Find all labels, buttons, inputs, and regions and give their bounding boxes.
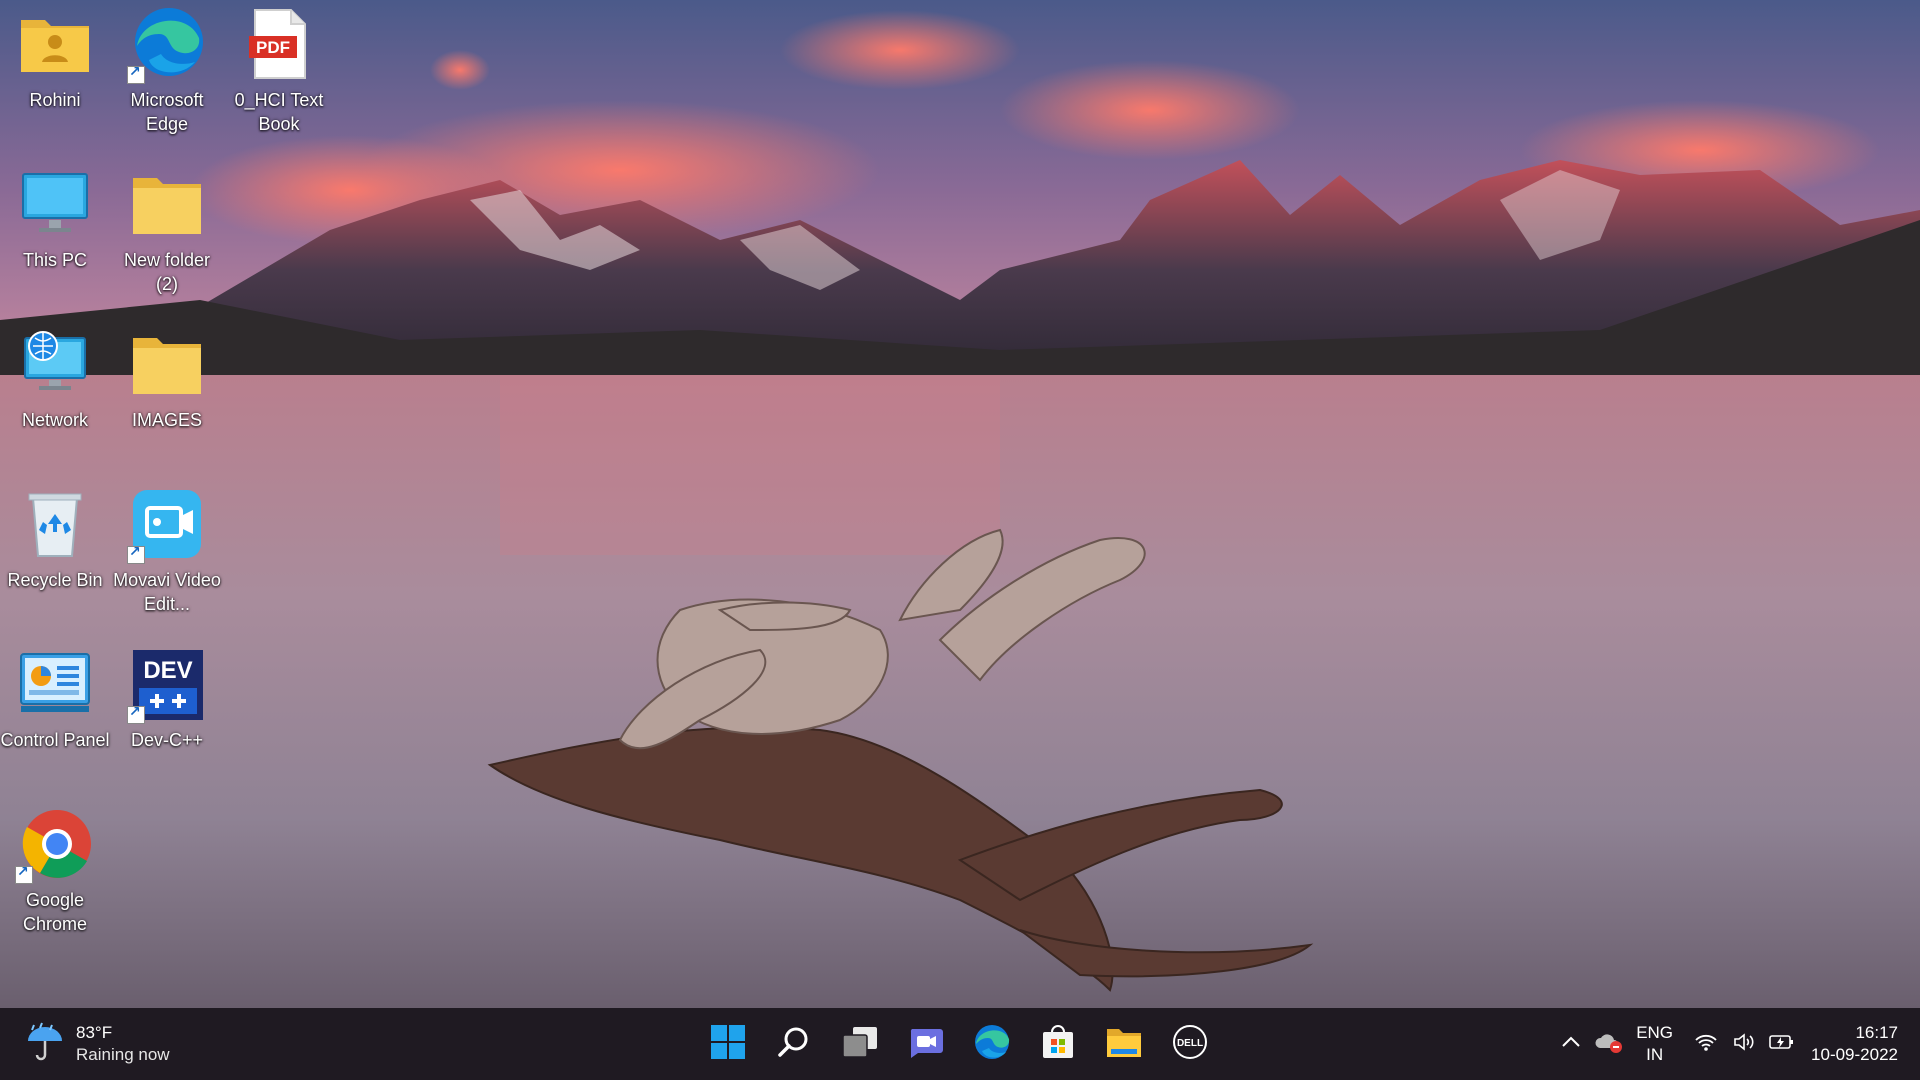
- taskbar: 83°F Raining now DELL ENG IN 16:17 10-09…: [0, 1008, 1920, 1080]
- desktop-icon-label: Google Chrome: [22, 890, 88, 934]
- dell-icon: DELL: [1172, 1024, 1208, 1065]
- desktop-icon-label: 0_HCI Text Book: [234, 90, 324, 134]
- desktop-icon-label: Control Panel: [0, 730, 110, 750]
- weather-widget[interactable]: 83°F Raining now: [24, 1018, 170, 1070]
- desktop-wallpaper: [0, 0, 1920, 1008]
- desktop-icon-control-panel[interactable]: Control Panel: [0, 640, 110, 790]
- wifi-icon: [1694, 1032, 1718, 1057]
- edge-icon: [127, 4, 207, 84]
- search-button[interactable]: [766, 1016, 822, 1072]
- pdf-icon: PDF: [239, 4, 319, 84]
- desktop-icon-google-chrome[interactable]: Google Chrome: [0, 800, 110, 950]
- desktop-icon-rohini[interactable]: Rohini: [0, 0, 110, 150]
- desktop-icon-label: New folder (2): [123, 250, 211, 294]
- desktop-icon-label: This PC: [22, 250, 87, 270]
- desktop-icon-hci-text-book[interactable]: PDF 0_HCI Text Book: [224, 0, 334, 150]
- teams-chat-icon: [908, 1025, 944, 1064]
- language-line1: ENG: [1636, 1023, 1674, 1042]
- weather-temperature: 83°F: [76, 1023, 113, 1042]
- dell-button[interactable]: DELL: [1162, 1016, 1218, 1072]
- desktop-icon-label: Rohini: [29, 90, 81, 110]
- network-icon: [15, 324, 95, 404]
- desktop-icon-images[interactable]: IMAGES: [112, 320, 222, 470]
- clock-date: 10-09-2022: [1811, 1045, 1898, 1064]
- search-icon: [777, 1025, 811, 1064]
- control-panel-icon: [15, 644, 95, 724]
- edge-icon: [973, 1023, 1011, 1066]
- system-tray: ENG IN 16:17 10-09-2022: [1552, 1008, 1920, 1080]
- movavi-icon: [127, 484, 207, 564]
- clock[interactable]: 16:17 10-09-2022: [1811, 1022, 1898, 1066]
- wifi-button[interactable]: [1690, 1024, 1722, 1064]
- file-explorer-icon: [1105, 1025, 1143, 1064]
- start-button[interactable]: [700, 1016, 756, 1072]
- desktop-icon-new-folder-2[interactable]: New folder (2): [112, 160, 222, 310]
- desktop-icon-dev-cpp[interactable]: DEV Dev-C++: [112, 640, 222, 790]
- desktop-icon-label: Recycle Bin: [7, 570, 103, 590]
- start-icon: [710, 1024, 746, 1065]
- desktop-icon-label: IMAGES: [131, 410, 202, 430]
- user-folder-icon: [15, 4, 95, 84]
- desktop-icon-label: Movavi Video Edit...: [113, 570, 221, 614]
- speaker-icon: [1732, 1032, 1756, 1057]
- dev-cpp-icon: DEV: [127, 644, 207, 724]
- show-hidden-icons-button[interactable]: [1555, 1024, 1587, 1064]
- desktop-icon-movavi[interactable]: Movavi Video Edit...: [112, 480, 222, 630]
- volume-button[interactable]: [1728, 1024, 1760, 1064]
- this-pc-icon: [15, 164, 95, 244]
- microsoft-store-button[interactable]: [1030, 1016, 1086, 1072]
- shortcut-arrow-icon: [127, 544, 145, 564]
- taskbar-edge-button[interactable]: [964, 1016, 1020, 1072]
- shortcut-arrow-icon: [127, 704, 145, 724]
- folder-icon: [127, 324, 207, 404]
- desktop-icon-this-pc[interactable]: This PC: [0, 160, 110, 310]
- taskbar-apps: DELL: [700, 1016, 1228, 1072]
- shortcut-arrow-icon: [15, 864, 33, 884]
- chrome-icon: [15, 804, 95, 884]
- dell-logo-text: DELL: [1177, 1038, 1203, 1049]
- battery-charging-icon: [1768, 1032, 1796, 1057]
- rain-umbrella-icon: [24, 1021, 66, 1068]
- language-indicator[interactable]: ENG IN: [1636, 1022, 1673, 1066]
- task-view-button[interactable]: [832, 1016, 888, 1072]
- task-view-icon: [841, 1025, 879, 1064]
- onedrive-error-icon: [1594, 1030, 1624, 1059]
- desktop-icon-microsoft-edge[interactable]: Microsoft Edge: [112, 0, 222, 150]
- battery-button[interactable]: [1766, 1024, 1798, 1064]
- store-icon: [1040, 1024, 1076, 1065]
- language-line2: IN: [1646, 1045, 1664, 1064]
- desktop-icon-recycle-bin[interactable]: Recycle Bin: [0, 480, 110, 630]
- dev-cpp-badge-text: DEV: [143, 657, 192, 684]
- clock-time: 16:17: [1855, 1023, 1898, 1042]
- teams-chat-button[interactable]: [898, 1016, 954, 1072]
- desktop-icon-network[interactable]: Network: [0, 320, 110, 470]
- recycle-bin-icon: [15, 484, 95, 564]
- shortcut-arrow-icon: [127, 64, 145, 84]
- desktop-icon-label: Dev-C++: [130, 730, 204, 750]
- desktop-icon-label: Microsoft Edge: [130, 90, 204, 134]
- folder-icon: [127, 164, 207, 244]
- file-explorer-button[interactable]: [1096, 1016, 1152, 1072]
- chevron-up-icon: [1561, 1035, 1581, 1053]
- pdf-badge-text: PDF: [256, 38, 290, 57]
- weather-condition: Raining now: [76, 1045, 170, 1064]
- onedrive-status-button[interactable]: [1593, 1024, 1625, 1064]
- desktop-icon-label: Network: [21, 410, 88, 430]
